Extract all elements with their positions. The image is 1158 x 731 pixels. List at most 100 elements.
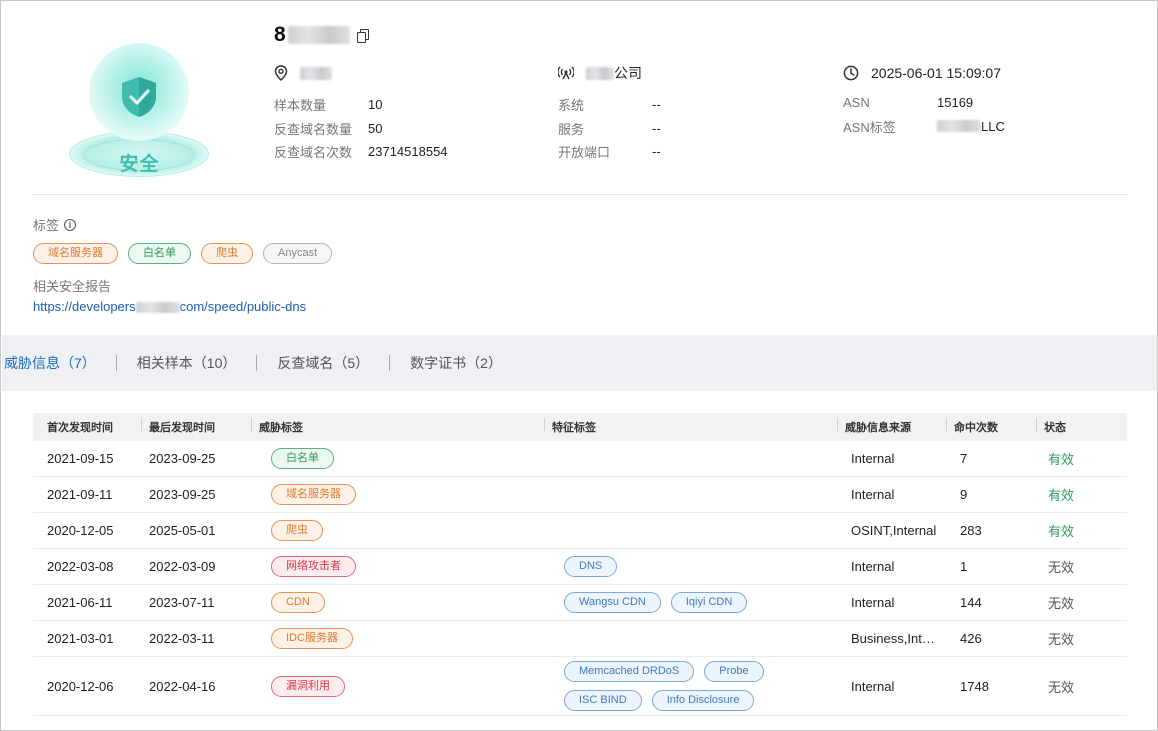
- source-cell: Internal: [851, 559, 895, 574]
- info-column-org: 公司 系统 -- 服务 -- 开放端口 --: [558, 63, 661, 164]
- table-row[interactable]: 2021-03-01 2022-03-11 IDC服务器 Business,Inter…: [33, 621, 1127, 657]
- threat-tag-cell: 白名单: [245, 448, 538, 469]
- feature-tag[interactable]: Info Disclosure: [651, 690, 755, 711]
- stat-row: 反查域名次数 23714518554: [274, 140, 448, 164]
- feature-tag[interactable]: Wangsu CDN: [564, 592, 661, 613]
- tab-certificates[interactable]: 数字证书（2）: [390, 353, 522, 373]
- threat-tag[interactable]: 爬虫: [271, 520, 323, 541]
- threat-tag[interactable]: 白名单: [271, 448, 334, 469]
- stat-value: 15169: [937, 95, 974, 111]
- redacted-location: [300, 66, 332, 80]
- column-header: 最后发现时间: [135, 418, 245, 435]
- threat-tag-cell: 爬虫: [245, 520, 538, 541]
- stat-label: 反查域名次数: [274, 145, 353, 161]
- tab-bar: 威胁信息（7） 相关样本（10） 反查域名（5） 数字证书（2）: [2, 335, 1157, 391]
- feature-tag-list: Memcached DRDoS Probe ISC BIND Info Disclos…: [564, 661, 774, 711]
- threat-tag[interactable]: 域名服务器: [271, 484, 356, 505]
- last-seen-cell: 2022-03-09: [149, 559, 216, 574]
- feature-tag-list: DNS: [564, 556, 831, 577]
- tag-anycast[interactable]: Anycast: [263, 243, 333, 264]
- ip-title-row: 8: [274, 23, 369, 47]
- tag-crawler[interactable]: 爬虫: [201, 243, 253, 264]
- tags-label-row: 标签 i: [33, 215, 77, 234]
- tab-threat-info[interactable]: 威胁信息（7）: [2, 353, 116, 373]
- first-seen-cell: 2020-12-05: [47, 523, 114, 538]
- feature-tag-cell: Memcached DRDoS Probe ISC BIND Info Disclos…: [538, 661, 831, 711]
- feature-tag[interactable]: Probe: [704, 661, 764, 682]
- stat-value: --: [652, 120, 661, 136]
- shield-check-icon: [122, 77, 156, 117]
- report-label-row: 相关安全报告: [33, 276, 111, 295]
- column-header: 首次发现时间: [47, 422, 113, 434]
- first-seen-cell: 2021-06-11: [47, 595, 113, 610]
- tag-whitelist[interactable]: 白名单: [128, 243, 191, 264]
- stat-value: LLC: [981, 118, 1005, 134]
- feature-tag[interactable]: Memcached DRDoS: [564, 661, 695, 682]
- page-frame: 安全 8 样本数量 10 反查域名数量 50 反查域名次数 23714518554: [0, 0, 1158, 731]
- threat-tag[interactable]: 漏洞利用: [271, 675, 345, 697]
- report-link[interactable]: https://developers com/speed/public-dns: [33, 299, 306, 314]
- last-seen-cell: 2023-09-25: [149, 487, 216, 502]
- last-seen-cell: 2022-04-16: [149, 678, 216, 694]
- threat-tag[interactable]: 网络攻击者: [271, 556, 356, 577]
- hit-count-cell: 426: [960, 631, 982, 646]
- tags-label: 标签: [33, 218, 60, 233]
- threat-tag[interactable]: CDN: [271, 592, 325, 613]
- column-header: 命中次数: [940, 418, 1030, 435]
- stat-label: 样本数量: [274, 98, 327, 114]
- feature-tag[interactable]: Iqiyi CDN: [670, 592, 748, 613]
- threat-tag[interactable]: IDC服务器: [271, 628, 353, 649]
- source-cell: Internal: [851, 595, 895, 610]
- column-header: 威胁信息来源: [831, 418, 940, 435]
- copy-icon[interactable]: [356, 28, 369, 43]
- stat-row: 服务 --: [558, 117, 661, 141]
- table-header: 首次发现时间 最后发现时间 威胁标签 特征标签 威胁信息来源 命中次数 状态: [33, 413, 1127, 441]
- threat-tag-cell: 网络攻击者: [245, 556, 538, 577]
- feature-tag-cell: Wangsu CDN Iqiyi CDN: [538, 592, 831, 613]
- hit-count-cell: 7: [960, 451, 968, 466]
- table-row[interactable]: 2021-06-11 2023-07-11 CDN Wangsu CDN Iqiyi C…: [33, 585, 1127, 621]
- first-seen-cell: 2022-03-08: [47, 559, 114, 574]
- threat-table: 首次发现时间 最后发现时间 威胁标签 特征标签 威胁信息来源 命中次数 状态 2…: [33, 413, 1127, 716]
- last-seen-cell: 2022-03-11: [149, 631, 215, 646]
- stat-label: ASN: [843, 95, 870, 111]
- stat-value: --: [652, 97, 661, 113]
- stat-row: ASN标签 LLC: [843, 115, 1005, 139]
- first-seen-cell: 2021-09-11: [47, 487, 113, 502]
- table-row[interactable]: 2020-12-06 2022-04-16 漏洞利用 Memcached DRDoS P…: [33, 657, 1127, 716]
- org-row: 公司: [558, 63, 661, 83]
- status-cell: 有效: [1048, 488, 1075, 503]
- status-cell: 有效: [1048, 452, 1075, 467]
- feature-tag-cell: DNS: [538, 556, 831, 577]
- threat-tag-cell: 漏洞利用: [245, 675, 538, 697]
- stat-label: 系统: [558, 98, 585, 114]
- table-row[interactable]: 2021-09-11 2023-09-25 域名服务器 Internal 9 有效: [33, 477, 1127, 513]
- hit-count-cell: 1: [960, 559, 968, 574]
- tab-reverse-domains[interactable]: 反查域名（5）: [257, 353, 389, 373]
- table-row[interactable]: 2021-09-15 2023-09-25 白名单 Internal 7 有效: [33, 441, 1127, 477]
- table-body: 2021-09-15 2023-09-25 白名单 Internal 7 有效 2021-0…: [33, 441, 1127, 716]
- hit-count-cell: 1748: [960, 678, 989, 694]
- security-badge: 安全: [57, 39, 222, 184]
- table-row[interactable]: 2022-03-08 2022-03-09 网络攻击者 DNS Internal 1 无效: [33, 549, 1127, 585]
- status-cell: 无效: [1048, 596, 1075, 611]
- stat-label: 反查域名数量: [274, 121, 353, 137]
- stat-value: --: [652, 144, 661, 160]
- first-seen-cell: 2020-12-06: [47, 678, 114, 694]
- tag-domain-server[interactable]: 域名服务器: [33, 243, 118, 264]
- tab-related-samples[interactable]: 相关样本（10）: [117, 353, 257, 373]
- threat-tag-cell: IDC服务器: [245, 628, 538, 649]
- redacted-org: [586, 66, 614, 80]
- info-icon[interactable]: i: [64, 218, 77, 231]
- report-label: 相关安全报告: [33, 279, 112, 294]
- table-row[interactable]: 2020-12-05 2025-05-01 爬虫 OSINT,Internal 283 有…: [33, 513, 1127, 549]
- stat-row: 系统 --: [558, 93, 661, 117]
- stat-label: 开放端口: [558, 145, 611, 161]
- feature-tag[interactable]: ISC BIND: [564, 690, 642, 711]
- feature-tag[interactable]: DNS: [564, 556, 618, 577]
- feature-tag-list: Wangsu CDN Iqiyi CDN: [564, 592, 831, 613]
- stat-value: 23714518554: [368, 144, 448, 160]
- timestamp: 2025-06-01 15:09:07: [871, 65, 1001, 81]
- status-cell: 有效: [1048, 524, 1075, 539]
- header-divider: [33, 194, 1127, 195]
